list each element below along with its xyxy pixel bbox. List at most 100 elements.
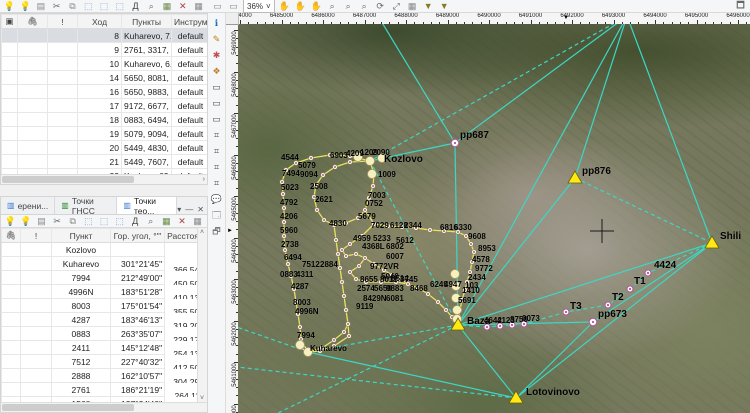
station-triangle-shili[interactable] [705,236,719,248]
table-row[interactable]: 92761, 3317, ...default [2,43,209,57]
scroll-down-icon[interactable]: ˅ [200,395,204,402]
col-hod[interactable]: Ход [78,15,122,29]
select-poly-icon[interactable]: ⬚ [98,215,111,227]
scroll-up-icon[interactable]: ˄ [200,229,204,236]
grid-icon[interactable]: ▦ [192,0,205,12]
panel-menu-icon[interactable]: ▾ [177,205,181,214]
comment-icon[interactable]: 💬 [210,193,224,206]
tab-theo-points[interactable]: ▥Точки тео... [117,196,177,214]
select-free-icon[interactable]: ⬚ [113,215,126,227]
zoom-level-select[interactable]: 36%˅ [243,0,275,13]
table-settings-icon[interactable]: ▦ [160,215,173,227]
table-row[interactable]: Kozlovo [2,243,207,257]
col-point[interactable]: Пункт [52,229,111,243]
font-icon[interactable]: Д [129,0,142,12]
fit-view-icon[interactable]: ▭ [211,0,224,12]
table-row[interactable]: 0883263°35'07"229,173 [2,327,207,341]
tab-table[interactable]: ▥ерени... [1,197,55,214]
pan-realtime-icon[interactable]: ✋ [294,0,307,12]
symbols-icon[interactable]: ✱ [210,49,224,62]
table-row[interactable]: 7512227°40'32"412,508 [2,355,207,369]
window-icon[interactable]: 🗔 [210,209,224,222]
close-icon[interactable]: ✕ [176,0,189,12]
gnss-vector[interactable] [238,366,516,398]
table-row[interactable]: 165650, 9883, ...default [2,85,209,99]
zoom-in-icon[interactable]: ⌕ [342,0,355,12]
layers-icon[interactable]: ❖ [210,65,224,78]
map-view[interactable]: 4544507974949094502325084792262142064830… [238,24,750,413]
table-row[interactable]: 215449, 7607, ...default [2,155,209,169]
select-rect-icon[interactable]: ⬚ [82,215,95,227]
gnss-vector[interactable] [378,24,455,143]
table-row[interactable]: 180883, 6494, ...default [2,113,209,127]
gnss-vector[interactable] [627,24,712,243]
windows-icon[interactable]: 🗗 [210,225,224,238]
table-row[interactable]: 195079, 9094, ...default [2,127,209,141]
table-row[interactable]: 10Kuharevo, 6...default [2,57,209,71]
scroll-right-icon[interactable]: › [203,176,205,183]
gnss-point[interactable] [368,170,377,179]
grid-1-icon[interactable]: ⌗ [210,129,224,142]
filter-2-icon[interactable]: ▼ [438,0,451,12]
gnss-point[interactable] [453,306,462,315]
prev-view-icon[interactable]: ▭ [227,0,240,12]
table-row[interactable]: 8Kuharevo, 7...default [2,29,209,43]
pan-icon[interactable]: ✋ [278,0,291,12]
bulb-yellow-icon[interactable]: 💡 [19,0,32,12]
zoom-window-icon[interactable]: ⌕ [326,0,339,12]
select-free-icon[interactable]: ⬚ [113,0,126,12]
table-row[interactable]: 2411145°12'48"254,134 [2,341,207,355]
col-points[interactable]: Пункты [122,15,172,29]
pan-page-icon[interactable]: ✋ [310,0,323,12]
table-row[interactable]: 2888162°10'57"304,293 [2,369,207,383]
table-row[interactable]: 179172, 6677, ...default [2,99,209,113]
grid-2-icon[interactable]: ⌗ [210,145,224,158]
station-triangle-pp876[interactable] [568,171,582,183]
close-icon[interactable]: ✕ [176,215,189,227]
grid-icon[interactable]: ▦ [191,215,204,227]
search-icon[interactable]: ⌕ [145,0,158,12]
gnss-point[interactable] [296,341,305,350]
table-row[interactable]: 4996N183°51'28"410,134 [2,285,207,299]
points-hscrollbar[interactable] [1,402,207,412]
select-cut-icon[interactable]: ▭ [210,113,224,126]
zoom-extents-icon[interactable]: ⤢ [390,0,403,12]
bulb-yellow-icon[interactable]: 💡 [20,215,33,227]
table-row[interactable]: 145650, 8081, ...default [2,71,209,85]
filter-icon[interactable]: ▼ [422,0,435,12]
panel-close-icon[interactable]: ✕ [197,205,204,214]
info-icon[interactable]: ℹ [210,17,224,30]
paste-icon[interactable]: ▤ [35,0,48,12]
table-row[interactable]: 7994212°49'00"450,500 [2,271,207,285]
zoom-out-icon[interactable]: ⌕ [358,0,371,12]
window-restore-icon[interactable]: 🗖 [734,0,747,12]
bulb-blue-icon[interactable]: 💡 [3,0,16,12]
table-row[interactable]: 4287183°46'13"319,202 [2,313,207,327]
tab-gnss-folder[interactable]: ▥Точки ГНСС [55,197,117,214]
panel-minimize-icon[interactable]: — [185,205,193,214]
select-poly-icon[interactable]: ⬚ [98,0,111,12]
table-row[interactable]: 2761186°21'19"264,111 [2,383,207,397]
cut-icon[interactable]: ✂ [51,215,64,227]
grid-4-icon[interactable]: ⌗ [210,177,224,190]
raster-icon[interactable]: ▦ [406,0,419,12]
font-icon[interactable]: Д [129,215,142,227]
copy-icon[interactable]: ⧉ [66,0,79,12]
col-instrument[interactable]: Инструмен [172,15,209,29]
bulb-blue-icon[interactable]: 💡 [4,215,17,227]
edit-points-icon[interactable]: ✎ [210,33,224,46]
search-icon[interactable]: ⌕ [144,215,157,227]
table-row[interactable]: 8003175°01'54"355,509 [2,299,207,313]
select-window-icon[interactable]: ▭ [210,97,224,110]
table-row[interactable]: 205449, 4830, ...default [2,141,209,155]
gnss-point[interactable] [366,157,375,166]
points-vscrollbar[interactable]: ˄ ˅ [197,228,207,403]
paste-icon[interactable]: ▤ [35,215,48,227]
traverses-hscrollbar[interactable]: › [1,174,207,184]
gnss-vector[interactable] [455,24,627,143]
cut-icon[interactable]: ✂ [50,0,63,12]
select-rect-icon[interactable]: ⬚ [82,0,95,12]
copy-icon[interactable]: ⧉ [66,215,79,227]
select-rect-icon[interactable]: ▭ [210,81,224,94]
table-settings-icon[interactable]: ▦ [161,0,174,12]
